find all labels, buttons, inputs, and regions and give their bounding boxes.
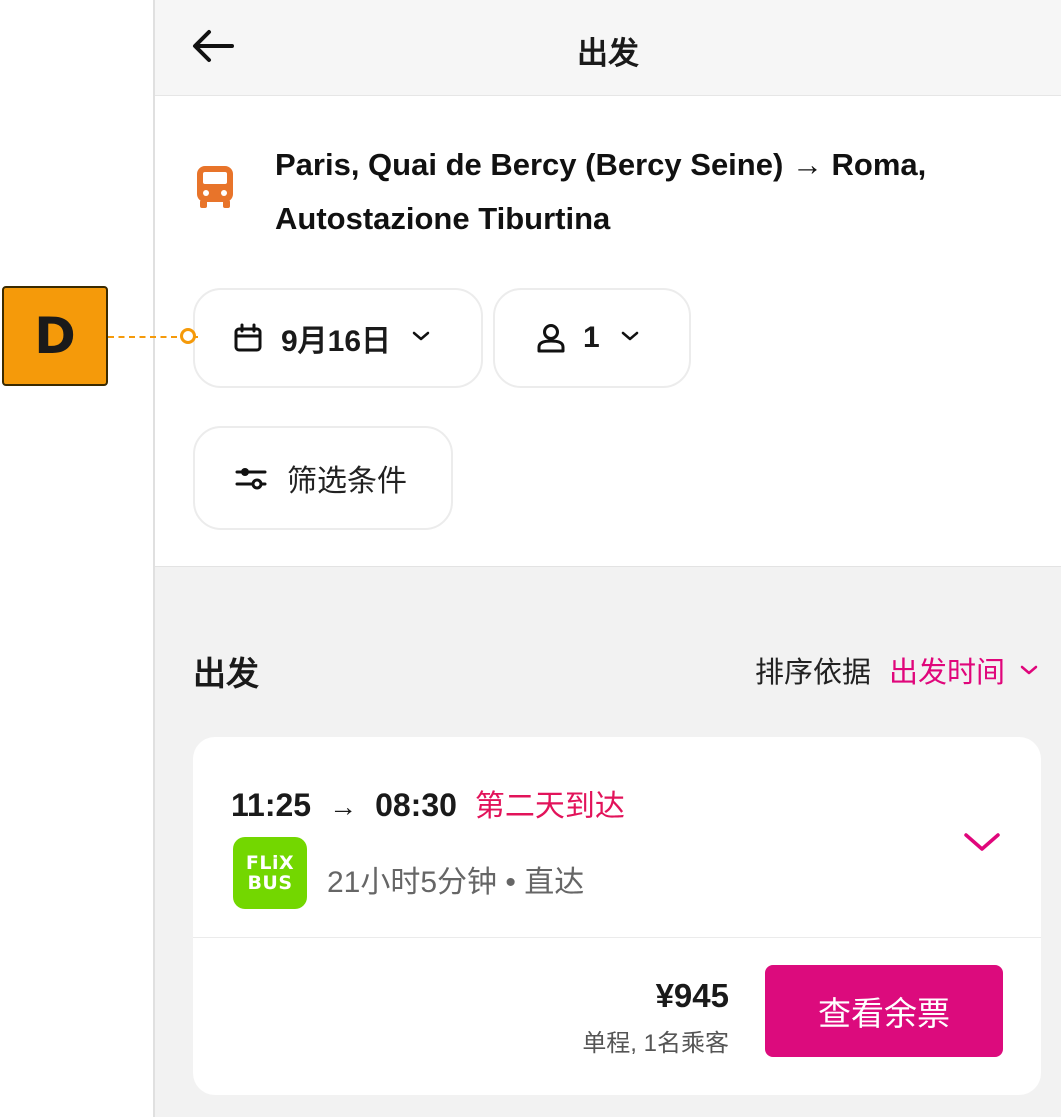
sliders-icon [235,466,267,490]
passenger-count: 1 [583,321,600,354]
next-day-badge: 第二天到达 [474,790,625,823]
passenger-selector[interactable]: 1 [493,288,691,388]
chevron-down-icon [620,329,640,348]
route-section: Paris, Quai de Bercy (Bercy Seine) → Rom… [155,96,1061,566]
route-description: Paris, Quai de Bercy (Bercy Seine) → Rom… [275,147,927,236]
annotation-anchor-dot [180,328,196,344]
filter-label: 筛选条件 [287,465,407,498]
trip-price: ¥945 [655,977,729,1014]
top-bar: 出发 [155,0,1061,96]
arrival-time: 08:30 [375,787,457,823]
annotation-marker: D [2,286,108,386]
sort-dropdown[interactable]: 排序依据 出发时间 [755,649,1039,691]
filter-button[interactable]: 筛选条件 [193,426,453,530]
sort-value: 出发时间 [888,657,1005,689]
results-section: 出发 排序依据 出发时间 11:25 → 08:30 第二天到达 FLiX BU… [155,566,1061,1117]
chevron-down-icon [1019,663,1039,677]
view-tickets-button[interactable]: 查看余票 [765,965,1003,1057]
search-results-panel: 出发 Paris, Quai de Bercy (Bercy Seine) → … [155,0,1061,1117]
date-selector[interactable]: 9月16日 [193,288,483,388]
person-icon [535,322,567,354]
left-gutter [0,0,153,1117]
time-arrow: → [329,791,358,822]
page-title: 出发 [577,36,639,71]
bus-icon [195,164,235,215]
chevron-down-icon [411,329,431,348]
expand-chevron-icon[interactable] [961,827,1003,857]
trip-times: 11:25 → 08:30 第二天到达 [231,781,625,825]
sort-label: 排序依据 [754,657,871,689]
date-label: 9月16日 [281,325,392,358]
section-title: 出发 [193,655,259,692]
departure-time: 11:25 [231,787,312,823]
price-note: 单程, 1名乘客 [582,1030,729,1057]
trip-duration: 21小时5分钟 • 直达 [327,866,585,899]
trip-card[interactable]: 11:25 → 08:30 第二天到达 FLiX BUS 21小时5分钟 • 直… [193,737,1041,1095]
card-divider [193,937,1041,938]
flixbus-logo: FLiX BUS [233,837,307,909]
calendar-icon [233,323,263,353]
